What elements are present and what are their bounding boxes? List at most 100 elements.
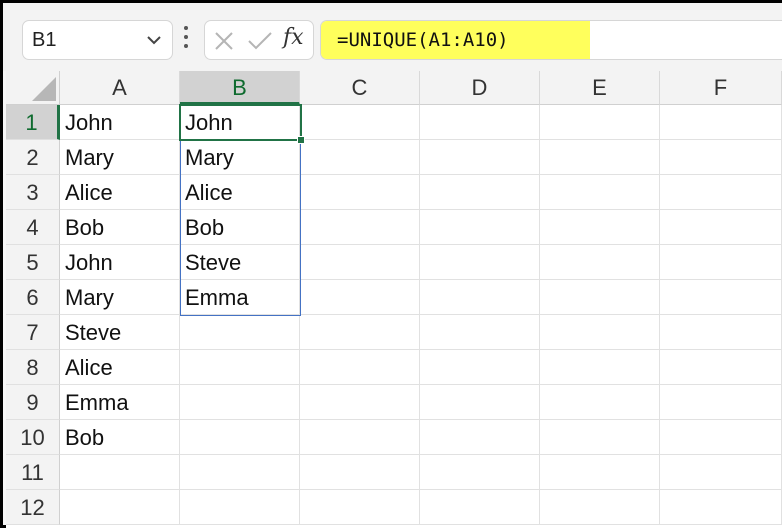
excel-window: B1 fx =UNIQUE(A1:A10) A B C D E F 1 John John 2 Ma…	[0, 0, 782, 528]
cell-e3[interactable]	[540, 175, 660, 210]
row-header-6[interactable]: 6	[6, 280, 60, 315]
cell-e7[interactable]	[540, 315, 660, 350]
cell-f9[interactable]	[660, 385, 782, 420]
cell-e5[interactable]	[540, 245, 660, 280]
cell-c7[interactable]	[300, 315, 420, 350]
cell-c8[interactable]	[300, 350, 420, 385]
cell-f2[interactable]	[660, 140, 782, 175]
cell-e12[interactable]	[540, 490, 660, 525]
cell-c10[interactable]	[300, 420, 420, 455]
cell-f7[interactable]	[660, 315, 782, 350]
cell-e8[interactable]	[540, 350, 660, 385]
row-header-5[interactable]: 5	[6, 245, 60, 280]
cell-f1[interactable]	[660, 105, 782, 140]
cell-c3[interactable]	[300, 175, 420, 210]
row-header-3[interactable]: 3	[6, 175, 60, 210]
cell-c5[interactable]	[300, 245, 420, 280]
cell-d1[interactable]	[420, 105, 540, 140]
cell-c12[interactable]	[300, 490, 420, 525]
cell-a2[interactable]: Mary	[60, 140, 180, 175]
enter-icon[interactable]	[247, 30, 273, 52]
select-all-button[interactable]	[6, 71, 60, 105]
cell-b1[interactable]: John	[180, 105, 300, 140]
cell-a11[interactable]	[60, 455, 180, 490]
cell-c1[interactable]	[300, 105, 420, 140]
cell-b2[interactable]: Mary	[180, 140, 300, 175]
cell-b6[interactable]: Emma	[180, 280, 300, 315]
cell-d8[interactable]	[420, 350, 540, 385]
cell-d7[interactable]	[420, 315, 540, 350]
cell-a4[interactable]: Bob	[60, 210, 180, 245]
cell-f10[interactable]	[660, 420, 782, 455]
cell-f12[interactable]	[660, 490, 782, 525]
column-header-e[interactable]: E	[540, 71, 660, 105]
row-header-4[interactable]: 4	[6, 210, 60, 245]
column-header-b[interactable]: B	[180, 71, 300, 105]
cell-c11[interactable]	[300, 455, 420, 490]
cell-c6[interactable]	[300, 280, 420, 315]
cell-f5[interactable]	[660, 245, 782, 280]
cell-b9[interactable]	[180, 385, 300, 420]
cell-d5[interactable]	[420, 245, 540, 280]
cell-a9[interactable]: Emma	[60, 385, 180, 420]
cell-f11[interactable]	[660, 455, 782, 490]
row-header-11[interactable]: 11	[6, 455, 60, 490]
cell-d3[interactable]	[420, 175, 540, 210]
name-box[interactable]: B1	[22, 20, 173, 60]
row-header-10[interactable]: 10	[6, 420, 60, 455]
cell-b5[interactable]: Steve	[180, 245, 300, 280]
cell-a7[interactable]: Steve	[60, 315, 180, 350]
cell-a12[interactable]	[60, 490, 180, 525]
cell-f8[interactable]	[660, 350, 782, 385]
row-header-9[interactable]: 9	[6, 385, 60, 420]
cell-e1[interactable]	[540, 105, 660, 140]
cell-d4[interactable]	[420, 210, 540, 245]
cell-b4[interactable]: Bob	[180, 210, 300, 245]
cell-a1[interactable]: John	[60, 105, 180, 140]
cell-d9[interactable]	[420, 385, 540, 420]
cell-e6[interactable]	[540, 280, 660, 315]
cell-a5[interactable]: John	[60, 245, 180, 280]
column-header-d[interactable]: D	[420, 71, 540, 105]
cell-a10[interactable]: Bob	[60, 420, 180, 455]
more-options-icon[interactable]	[182, 26, 190, 56]
row-header-1[interactable]: 1	[6, 105, 60, 140]
cancel-icon[interactable]	[213, 30, 235, 52]
cell-f3[interactable]	[660, 175, 782, 210]
cell-d2[interactable]	[420, 140, 540, 175]
cell-a8[interactable]: Alice	[60, 350, 180, 385]
column-header-c[interactable]: C	[300, 71, 420, 105]
cell-a6[interactable]: Mary	[60, 280, 180, 315]
column-header-a[interactable]: A	[60, 71, 180, 105]
row-header-12[interactable]: 12	[6, 490, 60, 525]
cell-e2[interactable]	[540, 140, 660, 175]
cell-b12[interactable]	[180, 490, 300, 525]
chevron-down-icon[interactable]	[145, 31, 163, 49]
cell-d6[interactable]	[420, 280, 540, 315]
formula-input[interactable]: =UNIQUE(A1:A10)	[320, 20, 782, 60]
row-header-2[interactable]: 2	[6, 140, 60, 175]
cell-d12[interactable]	[420, 490, 540, 525]
formula-buttons: fx	[204, 20, 314, 60]
cell-b7[interactable]	[180, 315, 300, 350]
cell-c2[interactable]	[300, 140, 420, 175]
cell-e11[interactable]	[540, 455, 660, 490]
cell-b8[interactable]	[180, 350, 300, 385]
cell-d11[interactable]	[420, 455, 540, 490]
cell-d10[interactable]	[420, 420, 540, 455]
column-header-f[interactable]: F	[660, 71, 782, 105]
cell-e4[interactable]	[540, 210, 660, 245]
row-header-7[interactable]: 7	[6, 315, 60, 350]
cell-e9[interactable]	[540, 385, 660, 420]
cell-b3[interactable]: Alice	[180, 175, 300, 210]
cell-c9[interactable]	[300, 385, 420, 420]
cell-a3[interactable]: Alice	[60, 175, 180, 210]
cell-c4[interactable]	[300, 210, 420, 245]
row-header-8[interactable]: 8	[6, 350, 60, 385]
cell-f4[interactable]	[660, 210, 782, 245]
cell-b10[interactable]	[180, 420, 300, 455]
cell-e10[interactable]	[540, 420, 660, 455]
cell-b11[interactable]	[180, 455, 300, 490]
cell-f6[interactable]	[660, 280, 782, 315]
insert-function-icon[interactable]: fx	[283, 25, 304, 50]
